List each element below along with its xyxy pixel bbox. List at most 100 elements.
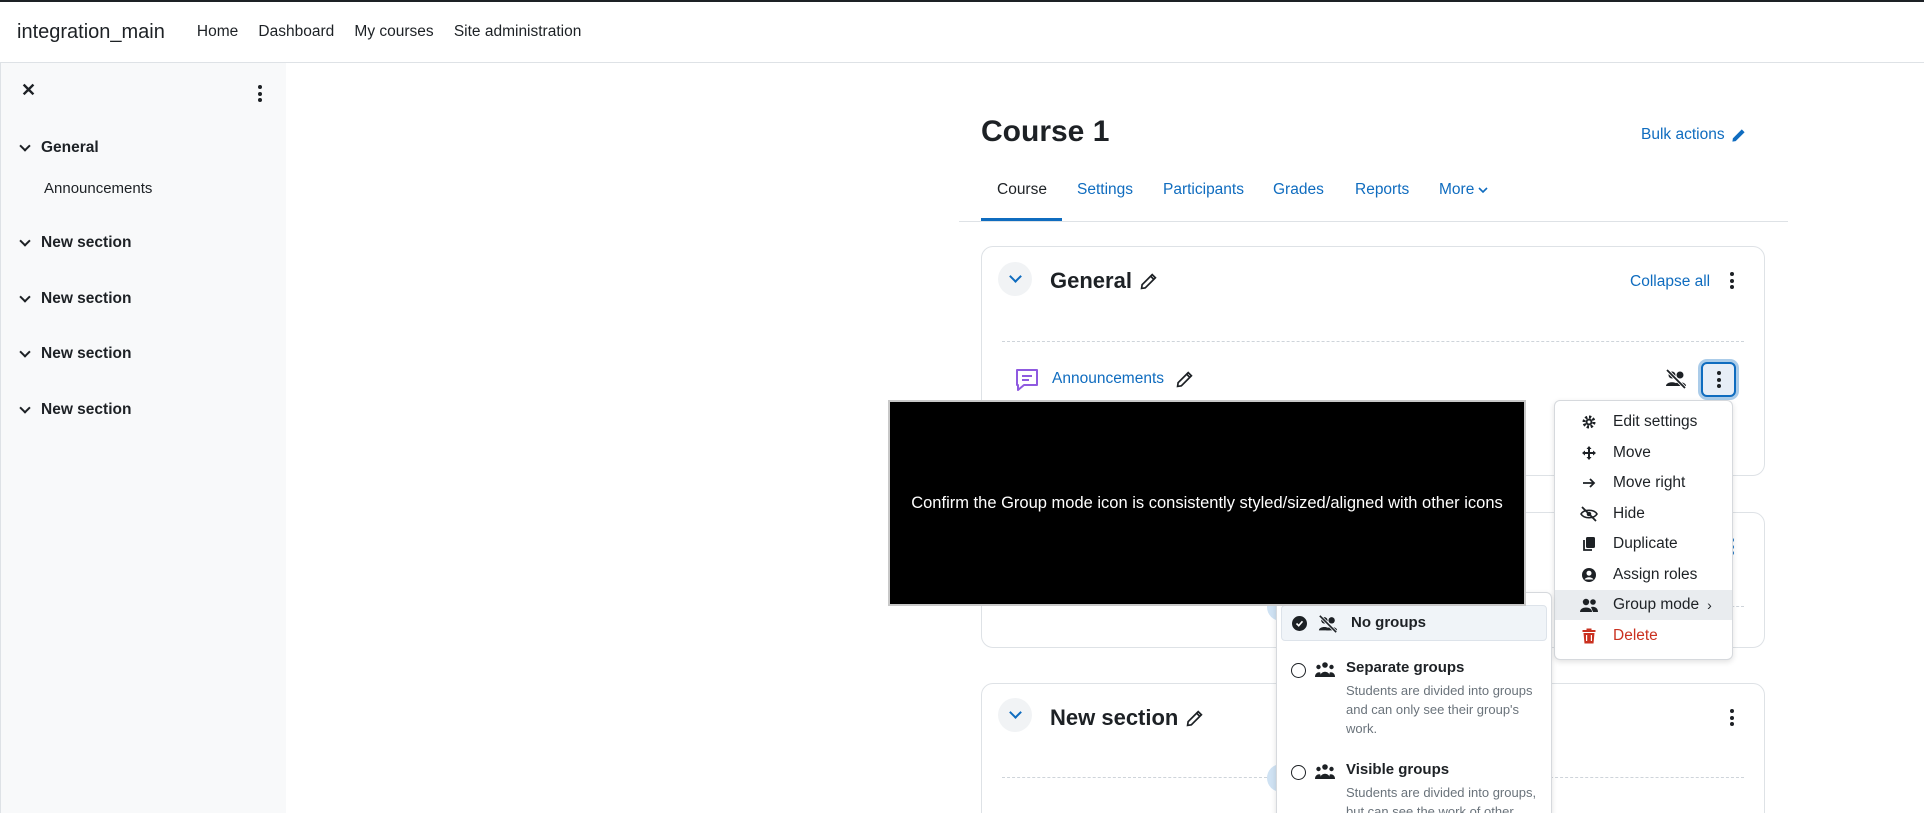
menu-group-mode[interactable]: Group mode › bbox=[1555, 590, 1732, 620]
section-collapse-button[interactable] bbox=[998, 262, 1032, 296]
move-icon bbox=[1579, 445, 1599, 461]
option-title: No groups bbox=[1351, 614, 1426, 631]
chevron-down-icon bbox=[1478, 187, 1488, 194]
menu-item-label: Group mode bbox=[1613, 596, 1700, 613]
separate-groups-icon bbox=[1315, 662, 1335, 677]
activity-announcements[interactable]: Announcements bbox=[1052, 370, 1193, 388]
section-divider bbox=[1002, 777, 1267, 778]
tab-participants[interactable]: Participants bbox=[1163, 181, 1244, 199]
active-tab-indicator bbox=[981, 218, 1062, 221]
section-menu-icon[interactable] bbox=[1726, 709, 1738, 726]
pencil-icon[interactable] bbox=[1140, 272, 1157, 290]
menu-hide[interactable]: Hide bbox=[1555, 499, 1732, 529]
tab-grades[interactable]: Grades bbox=[1273, 181, 1324, 199]
chevron-down-icon bbox=[19, 346, 31, 358]
drawer-section-new-1[interactable]: New section bbox=[19, 234, 132, 252]
activity-actions-button[interactable] bbox=[1701, 362, 1736, 397]
user-circle-icon bbox=[1579, 567, 1599, 583]
section-divider bbox=[1002, 341, 1744, 342]
overlay-text: Confirm the Group mode icon is consisten… bbox=[911, 493, 1503, 512]
instruction-overlay: Confirm the Group mode icon is consisten… bbox=[888, 400, 1526, 606]
section-title-text: New section bbox=[1050, 705, 1179, 730]
nav-site-administration[interactable]: Site administration bbox=[454, 23, 582, 40]
site-name[interactable]: integration_main bbox=[17, 21, 165, 44]
collapse-all-link[interactable]: Collapse all bbox=[1630, 273, 1710, 291]
option-title: Visible groups bbox=[1346, 761, 1450, 778]
top-navbar: integration_main Home Dashboard My cours… bbox=[0, 0, 1924, 63]
section-menu-icon[interactable] bbox=[1726, 272, 1738, 289]
bulk-actions-label: Bulk actions bbox=[1641, 126, 1725, 143]
pencil-icon[interactable] bbox=[1186, 709, 1203, 727]
chevron-down-icon bbox=[1008, 706, 1022, 719]
chevron-down-icon bbox=[19, 402, 31, 414]
menu-item-label: Assign roles bbox=[1613, 566, 1698, 583]
nav-home[interactable]: Home bbox=[197, 23, 238, 40]
section-collapse-button[interactable] bbox=[998, 698, 1032, 732]
drawer-item-announcements[interactable]: Announcements bbox=[44, 180, 152, 197]
copy-icon bbox=[1579, 536, 1599, 552]
menu-move[interactable]: Move bbox=[1555, 438, 1732, 468]
menu-edit-settings[interactable]: Edit settings bbox=[1555, 407, 1732, 437]
activity-name-text: Announcements bbox=[1052, 370, 1165, 387]
drawer-section-new-2[interactable]: New section bbox=[19, 290, 132, 308]
menu-assign-roles[interactable]: Assign roles bbox=[1555, 560, 1732, 590]
section-divider bbox=[1545, 777, 1744, 778]
check-circle-icon bbox=[1292, 616, 1307, 631]
users-icon bbox=[1579, 597, 1599, 613]
chevron-down-icon bbox=[19, 140, 31, 152]
drawer-section-new-4[interactable]: New section bbox=[19, 401, 132, 419]
option-title: Separate groups bbox=[1346, 659, 1465, 676]
drawer-section-new-3[interactable]: New section bbox=[19, 345, 132, 363]
more-vertical-icon bbox=[1713, 371, 1725, 388]
section-title-general: General bbox=[1050, 268, 1157, 294]
group-mode-submenu: No groups Separate groups Students are d… bbox=[1276, 592, 1552, 813]
menu-duplicate[interactable]: Duplicate bbox=[1555, 529, 1732, 559]
drawer-section-label: New section bbox=[41, 401, 132, 418]
menu-item-label: Hide bbox=[1613, 505, 1645, 522]
chevron-down-icon bbox=[19, 291, 31, 303]
activity-action-menu: Edit settings Move Move right Hide Dupli… bbox=[1554, 400, 1733, 660]
section-title-text: General bbox=[1050, 268, 1132, 293]
drawer-more-icon[interactable] bbox=[254, 85, 266, 102]
drawer-section-label: New section bbox=[41, 234, 132, 251]
gear-icon bbox=[1579, 414, 1599, 430]
arrow-right-icon bbox=[1579, 475, 1599, 491]
page-title: Course 1 bbox=[981, 115, 1110, 148]
tab-course[interactable]: Course bbox=[997, 181, 1047, 199]
tab-more[interactable]: More bbox=[1439, 181, 1488, 199]
menu-item-label: Move right bbox=[1613, 474, 1686, 491]
nav-my-courses[interactable]: My courses bbox=[354, 23, 433, 40]
menu-item-label: Delete bbox=[1613, 627, 1658, 644]
visible-groups-icon bbox=[1315, 764, 1335, 779]
option-description: Students are divided into groups, but ca… bbox=[1346, 785, 1537, 813]
tab-reports[interactable]: Reports bbox=[1355, 181, 1409, 199]
tab-settings[interactable]: Settings bbox=[1077, 181, 1133, 199]
close-icon[interactable]: ✕ bbox=[21, 80, 36, 101]
tab-more-label: More bbox=[1439, 181, 1475, 198]
drawer-section-general[interactable]: General bbox=[19, 139, 99, 157]
menu-item-label: Edit settings bbox=[1613, 413, 1698, 430]
drawer-section-label: General bbox=[41, 139, 99, 156]
drawer-section-label: New section bbox=[41, 290, 132, 307]
no-groups-icon[interactable] bbox=[1664, 368, 1688, 390]
menu-delete[interactable]: Delete bbox=[1555, 621, 1732, 651]
chevron-right-icon: › bbox=[1707, 597, 1712, 613]
trash-icon bbox=[1579, 628, 1599, 644]
drawer-section-label: New section bbox=[41, 345, 132, 362]
menu-item-label: Duplicate bbox=[1613, 535, 1678, 552]
eye-slash-icon bbox=[1579, 506, 1599, 522]
menu-move-right[interactable]: Move right bbox=[1555, 468, 1732, 498]
pencil-icon bbox=[1731, 128, 1745, 142]
primary-navigation: Home Dashboard My courses Site administr… bbox=[197, 23, 597, 41]
radio-icon bbox=[1291, 765, 1306, 780]
option-no-groups[interactable]: No groups bbox=[1281, 605, 1547, 641]
pencil-icon[interactable] bbox=[1176, 370, 1193, 388]
chevron-down-icon bbox=[19, 235, 31, 247]
option-separate-groups[interactable]: Separate groups Students are divided int… bbox=[1281, 659, 1547, 739]
chevron-down-icon bbox=[1008, 270, 1022, 283]
nav-dashboard[interactable]: Dashboard bbox=[258, 23, 334, 40]
option-visible-groups[interactable]: Visible groups Students are divided into… bbox=[1281, 761, 1547, 813]
course-index-drawer: ✕ General Announcements New section New … bbox=[0, 63, 286, 813]
bulk-actions-button[interactable]: Bulk actions bbox=[1641, 126, 1746, 144]
option-description: Students are divided into groups and can… bbox=[1346, 683, 1533, 736]
